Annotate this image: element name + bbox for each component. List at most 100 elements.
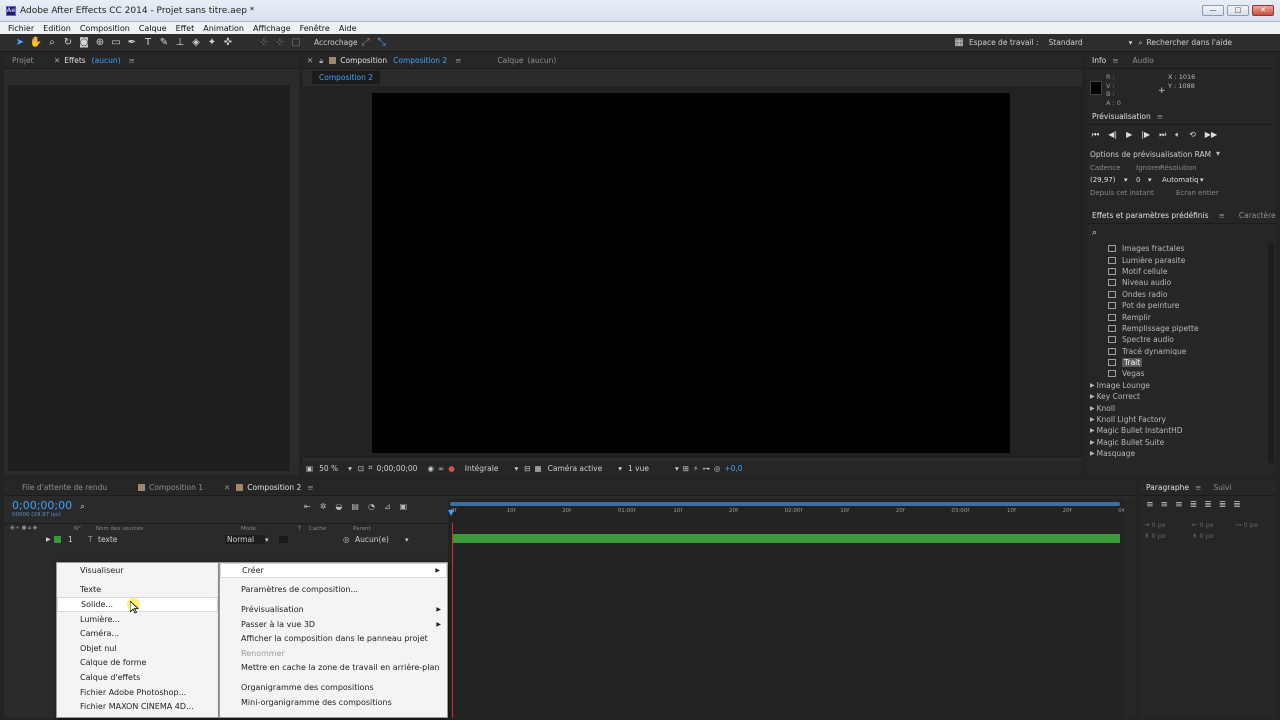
menu-aide[interactable]: Aide bbox=[339, 24, 357, 33]
flowchart-icon[interactable]: ⊶ bbox=[702, 464, 710, 473]
track-matte[interactable] bbox=[279, 536, 288, 543]
clone-stamp-tool-icon[interactable]: ⊥ bbox=[172, 36, 188, 50]
local-axis-icon[interactable]: ⊹ bbox=[256, 36, 272, 50]
rotation-tool-icon[interactable]: ↻ bbox=[60, 36, 76, 50]
tab-audio[interactable]: Audio bbox=[1133, 56, 1154, 65]
effects-search-input[interactable] bbox=[1086, 228, 1272, 240]
zoom-tool-icon[interactable]: ⌕ bbox=[44, 36, 60, 50]
audio-icon[interactable]: 🔈︎ bbox=[1175, 130, 1180, 140]
composition-breadcrumb[interactable]: Composition 2 bbox=[312, 71, 380, 84]
next-frame-icon[interactable]: |▶︎ bbox=[1141, 130, 1150, 140]
tab-calque[interactable]: Calque bbox=[497, 56, 523, 65]
effect-category-item[interactable]: ▶ Magic Bullet Suite bbox=[1086, 437, 1266, 448]
from-current-checkbox[interactable]: Depuis cet instant bbox=[1090, 189, 1176, 197]
expand-arrow-icon[interactable]: ▶ bbox=[1090, 450, 1095, 457]
create-menu-item[interactable]: Objet nul bbox=[57, 641, 218, 656]
composition-viewer[interactable] bbox=[303, 86, 1082, 458]
brainstorm-icon[interactable]: ▣ bbox=[400, 502, 408, 511]
create-menu-item[interactable]: Caméra... bbox=[57, 626, 218, 641]
chevron-down-icon[interactable]: ▾ bbox=[1129, 38, 1133, 47]
menu-effet[interactable]: Effet bbox=[176, 24, 195, 33]
align-right-icon[interactable]: ≡ bbox=[1175, 500, 1183, 510]
menu-edition[interactable]: Edition bbox=[43, 24, 71, 33]
effect-category-item[interactable]: ▶ Image Lounge bbox=[1086, 380, 1266, 391]
chevron-down-icon[interactable]: ▾ bbox=[514, 464, 518, 473]
effect-item[interactable]: Trait bbox=[1086, 357, 1266, 368]
graph-editor-icon[interactable]: ⊿ bbox=[384, 502, 391, 511]
effect-item[interactable]: Images fractales bbox=[1086, 243, 1266, 254]
expand-arrow-icon[interactable]: ▶ bbox=[1090, 427, 1095, 434]
loop-icon[interactable]: ⟲ bbox=[1189, 130, 1196, 140]
work-area-bar[interactable] bbox=[450, 502, 1120, 506]
skip-field[interactable]: 0 bbox=[1136, 176, 1148, 184]
frame-rate-select[interactable]: (29,97) bbox=[1090, 176, 1124, 184]
panel-menu-icon[interactable]: ≡ bbox=[1219, 211, 1225, 220]
expand-arrow-icon[interactable]: ▶ bbox=[1090, 405, 1095, 412]
space-after-value[interactable]: 0 px bbox=[1200, 532, 1214, 540]
panel-menu-icon[interactable]: ≡ bbox=[129, 56, 135, 65]
effect-category-item[interactable]: ▶ Key Correct bbox=[1086, 391, 1266, 402]
playhead-handle[interactable]: ▼ bbox=[448, 508, 457, 517]
pan-behind-tool-icon[interactable]: ⊕ bbox=[92, 36, 108, 50]
context-menu-item[interactable]: Mettre en cache la zone de travail en ar… bbox=[220, 661, 447, 676]
panel-menu-icon[interactable]: ≡ bbox=[1112, 56, 1118, 65]
resolution-select[interactable]: Automatiq bbox=[1162, 176, 1200, 184]
menu-composition[interactable]: Composition bbox=[80, 24, 130, 33]
justify-last-left-icon[interactable]: ≣ bbox=[1190, 500, 1198, 510]
close-tab-icon[interactable]: ✕ bbox=[307, 56, 313, 65]
selection-tool-icon[interactable]: ➤ bbox=[12, 36, 28, 50]
tab-render-queue[interactable]: File d'attente de rendu bbox=[4, 483, 132, 492]
effect-item[interactable]: Lumière parasite bbox=[1086, 254, 1266, 265]
context-menu-item[interactable]: Créer ▶ bbox=[220, 563, 447, 578]
camera-select[interactable]: Caméra active bbox=[548, 464, 603, 473]
expand-arrow-icon[interactable]: ▶ bbox=[1090, 393, 1095, 400]
views-select[interactable]: 1 vue bbox=[628, 464, 649, 473]
time-ruler[interactable]: 0f 10f 20f 01:00f 10f 20f 02:00f 10f 20f 03:00f 10… bbox=[448, 508, 1131, 522]
layer-label-color[interactable] bbox=[54, 536, 61, 543]
composition-canvas[interactable] bbox=[372, 93, 1010, 453]
context-menu-item[interactable]: Passer à la vue 3D ▶ bbox=[220, 617, 447, 632]
snapshot-icon[interactable]: ◉ bbox=[427, 464, 434, 473]
timecode-display[interactable]: 0;00;00;00 bbox=[376, 464, 417, 473]
toggle-pixel-aspect-icon[interactable]: ⊞ bbox=[683, 464, 689, 473]
context-menu-item[interactable]: Prévisualisation ▶ bbox=[220, 602, 447, 617]
indent-left-value[interactable]: 0 px bbox=[1152, 521, 1166, 529]
effect-item[interactable]: Niveau audio bbox=[1086, 277, 1266, 288]
context-menu-item[interactable]: Paramètres de composition... bbox=[220, 583, 447, 598]
camera-tool-icon[interactable]: ◙ bbox=[76, 36, 92, 50]
effect-category-item[interactable]: ▶ Magic Bullet InstantHD bbox=[1086, 425, 1266, 436]
composition-tab-name[interactable]: Composition 2 bbox=[393, 56, 447, 65]
effect-item[interactable]: Spectre audio bbox=[1086, 334, 1266, 345]
ram-preview-icon[interactable]: ▶︎▶︎ bbox=[1205, 130, 1217, 140]
roto-brush-tool-icon[interactable]: ✦ bbox=[204, 36, 220, 50]
menu-fichier[interactable]: Fichier bbox=[8, 24, 34, 33]
brush-tool-icon[interactable]: ✎ bbox=[156, 36, 172, 50]
layer-row[interactable]: ▶︎ 1 T texte Normal ▾ ◎ Aucun(e) ▾ bbox=[4, 534, 448, 545]
effect-category-item[interactable]: ▶ Knoll bbox=[1086, 402, 1266, 413]
effect-item[interactable]: Remplissage pipette bbox=[1086, 323, 1266, 334]
region-of-interest-icon[interactable]: ⊟ bbox=[524, 464, 530, 473]
menu-affichage[interactable]: Affichage bbox=[253, 24, 291, 33]
effect-category-item[interactable]: ▶ Masquage bbox=[1086, 448, 1266, 459]
snap-icon[interactable]: ⤢ bbox=[358, 36, 374, 50]
grid-icon[interactable]: ⌗ bbox=[368, 463, 372, 473]
last-frame-icon[interactable]: ⏭ bbox=[1159, 130, 1166, 140]
col-source[interactable]: Nom des sources bbox=[96, 526, 241, 532]
context-menu-item[interactable]: Afficher la composition dans le panneau … bbox=[220, 631, 447, 646]
justify-all-icon[interactable]: ≣ bbox=[1233, 500, 1241, 510]
create-menu-item[interactable]: Fichier Adobe Photoshop... bbox=[57, 685, 218, 700]
pick-whip-icon[interactable]: ◎ bbox=[343, 535, 355, 544]
exposure-value[interactable]: +0,0 bbox=[724, 464, 742, 473]
tab-composition-1[interactable]: Composition 1 bbox=[149, 483, 203, 492]
always-preview-icon[interactable]: ▣ bbox=[306, 464, 313, 473]
panel-menu-icon[interactable]: ≡ bbox=[455, 56, 461, 65]
indent-right-value[interactable]: 0 px bbox=[1200, 521, 1214, 529]
close-tab-icon[interactable]: ✕ bbox=[54, 56, 60, 65]
hand-tool-icon[interactable]: ✋ bbox=[28, 36, 44, 50]
workspace-icon[interactable]: ▦ bbox=[949, 36, 969, 50]
tab-projet[interactable]: Projet bbox=[4, 56, 54, 65]
layer-mode-select[interactable]: Normal bbox=[225, 535, 265, 544]
effect-item[interactable]: Tracé dynamique bbox=[1086, 346, 1266, 357]
world-axis-icon[interactable]: ⊹ bbox=[272, 36, 288, 50]
shy-layers-icon[interactable]: ◒ bbox=[335, 502, 342, 511]
